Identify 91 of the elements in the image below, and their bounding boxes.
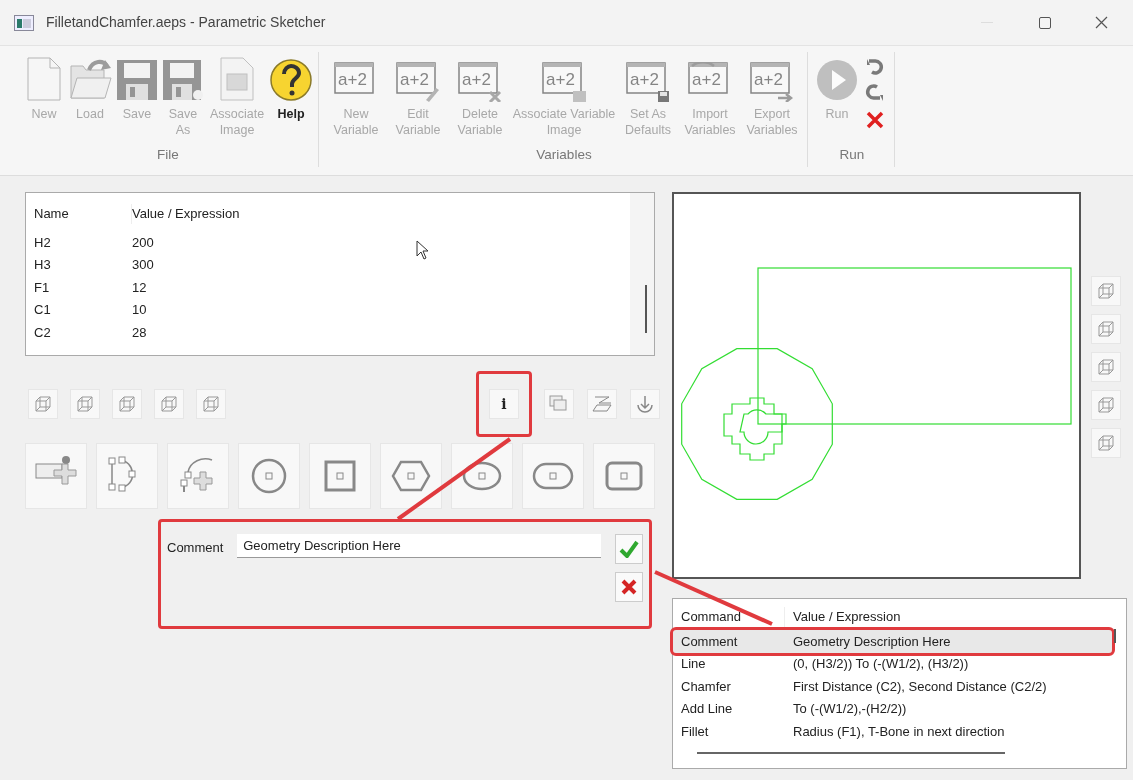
cube-icon: [118, 395, 136, 413]
cube-icon: [1097, 396, 1115, 414]
cube-icon: [34, 395, 52, 413]
shape-tool-button[interactable]: [380, 443, 442, 509]
cube-icon: [202, 395, 220, 413]
cancel-button[interactable]: [615, 572, 643, 602]
app-icon: [14, 14, 36, 31]
cube-icon: [1097, 320, 1115, 338]
tool-button[interactable]: [587, 389, 617, 419]
table-cell-text: C2: [34, 323, 52, 342]
table-row[interactable]: Chamfer First Distance (C2), Second Distance (C2/2): [673, 675, 1112, 698]
cube-icon: [1097, 282, 1115, 300]
scrollbar-thumb[interactable]: [697, 752, 1005, 754]
field-label: Comment: [167, 539, 225, 557]
table-cell-text: 10: [132, 301, 147, 319]
scrollbar-thumb[interactable]: [645, 285, 647, 333]
tool-button[interactable]: [1091, 276, 1121, 306]
help-icon: [269, 58, 313, 102]
layers-icon: [549, 395, 569, 413]
cross-icon: [620, 578, 638, 596]
table-cell-text: 28: [132, 323, 147, 342]
table-cell-text: Add Line: [681, 700, 734, 718]
table-cell-text: H3: [34, 256, 52, 274]
plane-icon: [592, 395, 612, 413]
table-cell-text: Fillet: [681, 722, 710, 741]
column-header: Value / Expression: [792, 608, 902, 627]
table-cell-text: H2: [34, 233, 52, 252]
table-row[interactable]: Comment Geometry Description Here: [673, 630, 1112, 653]
tool-button[interactable]: [154, 389, 184, 419]
tool-button[interactable]: [70, 389, 100, 419]
cube-icon: [1097, 358, 1115, 376]
group-label: File: [157, 145, 179, 164]
cube-icon: [160, 395, 178, 413]
cube-icon: [76, 395, 94, 413]
floppy-disk-icon: [161, 58, 205, 102]
group-label: Run: [839, 145, 865, 164]
tool-button[interactable]: [1091, 352, 1121, 382]
table-row[interactable]: Line (0, (H3/2)) To (-(W1/2), (H3/2)): [673, 652, 1112, 675]
table-cell-text: C1: [34, 301, 52, 319]
shape-tool-button[interactable]: [167, 443, 229, 509]
tool-button[interactable]: [196, 389, 226, 419]
maximize-icon: [1039, 16, 1051, 29]
image-page-icon: [218, 56, 256, 102]
table-cell-text: First Distance (C2), Second Distance (C2/2): [792, 677, 1048, 696]
column-header: Command: [681, 607, 785, 627]
tool-button[interactable]: [1091, 390, 1121, 420]
column-header: Value / Expression: [132, 205, 241, 224]
check-icon: [619, 540, 639, 558]
scrollbar-thumb[interactable]: [1114, 629, 1116, 643]
table-cell-text: Chamfer: [681, 677, 732, 696]
table-cell-text: To (-(W1/2),-(H2/2)): [792, 700, 908, 718]
table-cell-text: 12: [132, 278, 147, 297]
table-row[interactable]: Add Line To (-(W1/2),-(H2/2)): [673, 697, 1112, 720]
redo-icon: [865, 83, 885, 103]
table-cell-text: Radius (F1), T-Bone in next direction: [792, 722, 1006, 741]
shape-tool-button[interactable]: [238, 443, 300, 509]
shape-tool-button[interactable]: [25, 443, 87, 509]
close-icon: [1094, 16, 1108, 29]
table-row[interactable]: Fillet Radius (F1), T-Bone in next direction: [673, 720, 1112, 743]
tool-button[interactable]: [28, 389, 58, 419]
table-cell-text: 300: [132, 256, 154, 274]
pointer-icon: [416, 240, 430, 260]
table-cell-text: Comment: [681, 632, 739, 651]
shape-tool-button[interactable]: [309, 443, 371, 509]
play-icon: [815, 58, 859, 102]
column-header: Name: [34, 204, 132, 224]
toolbar-button[interactable]: Help: [268, 52, 314, 145]
table-cell-text: (0, (H3/2)) To (-(W1/2), (H3/2)): [792, 655, 970, 673]
tool-button[interactable]: [112, 389, 142, 419]
comment-field[interactable]: Geometry Description Here: [237, 534, 601, 558]
table-cell-text: Geometry Description Here: [792, 632, 952, 651]
table-cell-text: 200: [132, 233, 154, 252]
shape-tool-button[interactable]: [96, 443, 158, 509]
cube-icon: [1097, 434, 1115, 452]
down-arrow-icon: [635, 395, 655, 413]
window-title: FilletandChamfer.aeps - Parametric Sketcher: [46, 13, 326, 32]
shape-tool-button[interactable]: [593, 443, 655, 509]
shape-tool-button[interactable]: [451, 443, 513, 509]
table-cell-text: F1: [34, 278, 51, 297]
tool-button[interactable]: [544, 389, 574, 419]
shape-tool-button[interactable]: [522, 443, 584, 509]
info-button[interactable]: i: [489, 389, 519, 419]
tool-button[interactable]: [630, 389, 660, 419]
tool-button[interactable]: [1091, 314, 1121, 344]
blank-page-icon: [25, 56, 63, 102]
tool-button[interactable]: [1091, 428, 1121, 458]
table-cell-text: Line: [681, 655, 707, 673]
cross-icon: [865, 110, 885, 130]
confirm-button[interactable]: [615, 534, 643, 564]
undo-icon: [865, 57, 885, 77]
group-label: Variables: [536, 145, 592, 164]
